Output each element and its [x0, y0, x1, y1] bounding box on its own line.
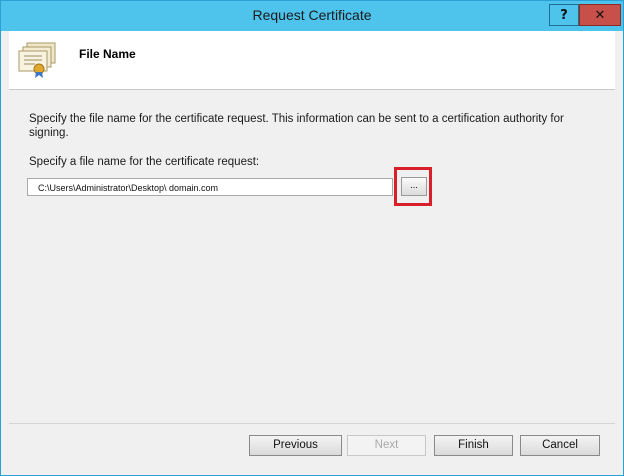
cancel-button[interactable]: Cancel: [520, 435, 600, 456]
previous-button[interactable]: Previous: [249, 435, 342, 456]
footer-divider: [9, 423, 615, 424]
wizard-header: File Name: [9, 31, 615, 90]
next-button[interactable]: Next: [347, 435, 426, 456]
page-title: File Name: [79, 47, 136, 61]
certificate-icon: [18, 42, 56, 78]
finish-button[interactable]: Finish: [434, 435, 513, 456]
description-text: Specify the file name for the certificat…: [29, 113, 564, 139]
help-button[interactable]: ?: [549, 4, 579, 26]
file-name-input[interactable]: C:\Users\Administrator\Desktop\ domain.c…: [27, 178, 393, 196]
close-button[interactable]: ✕: [579, 4, 621, 26]
title-bar[interactable]: Request Certificate ? ✕: [1, 1, 623, 31]
window-title: Request Certificate: [252, 7, 372, 23]
file-name-label: Specify a file name for the certificate …: [29, 156, 260, 168]
request-certificate-dialog: Request Certificate ? ✕ File Name Specif…: [0, 0, 624, 476]
browse-button[interactable]: ...: [401, 177, 427, 196]
